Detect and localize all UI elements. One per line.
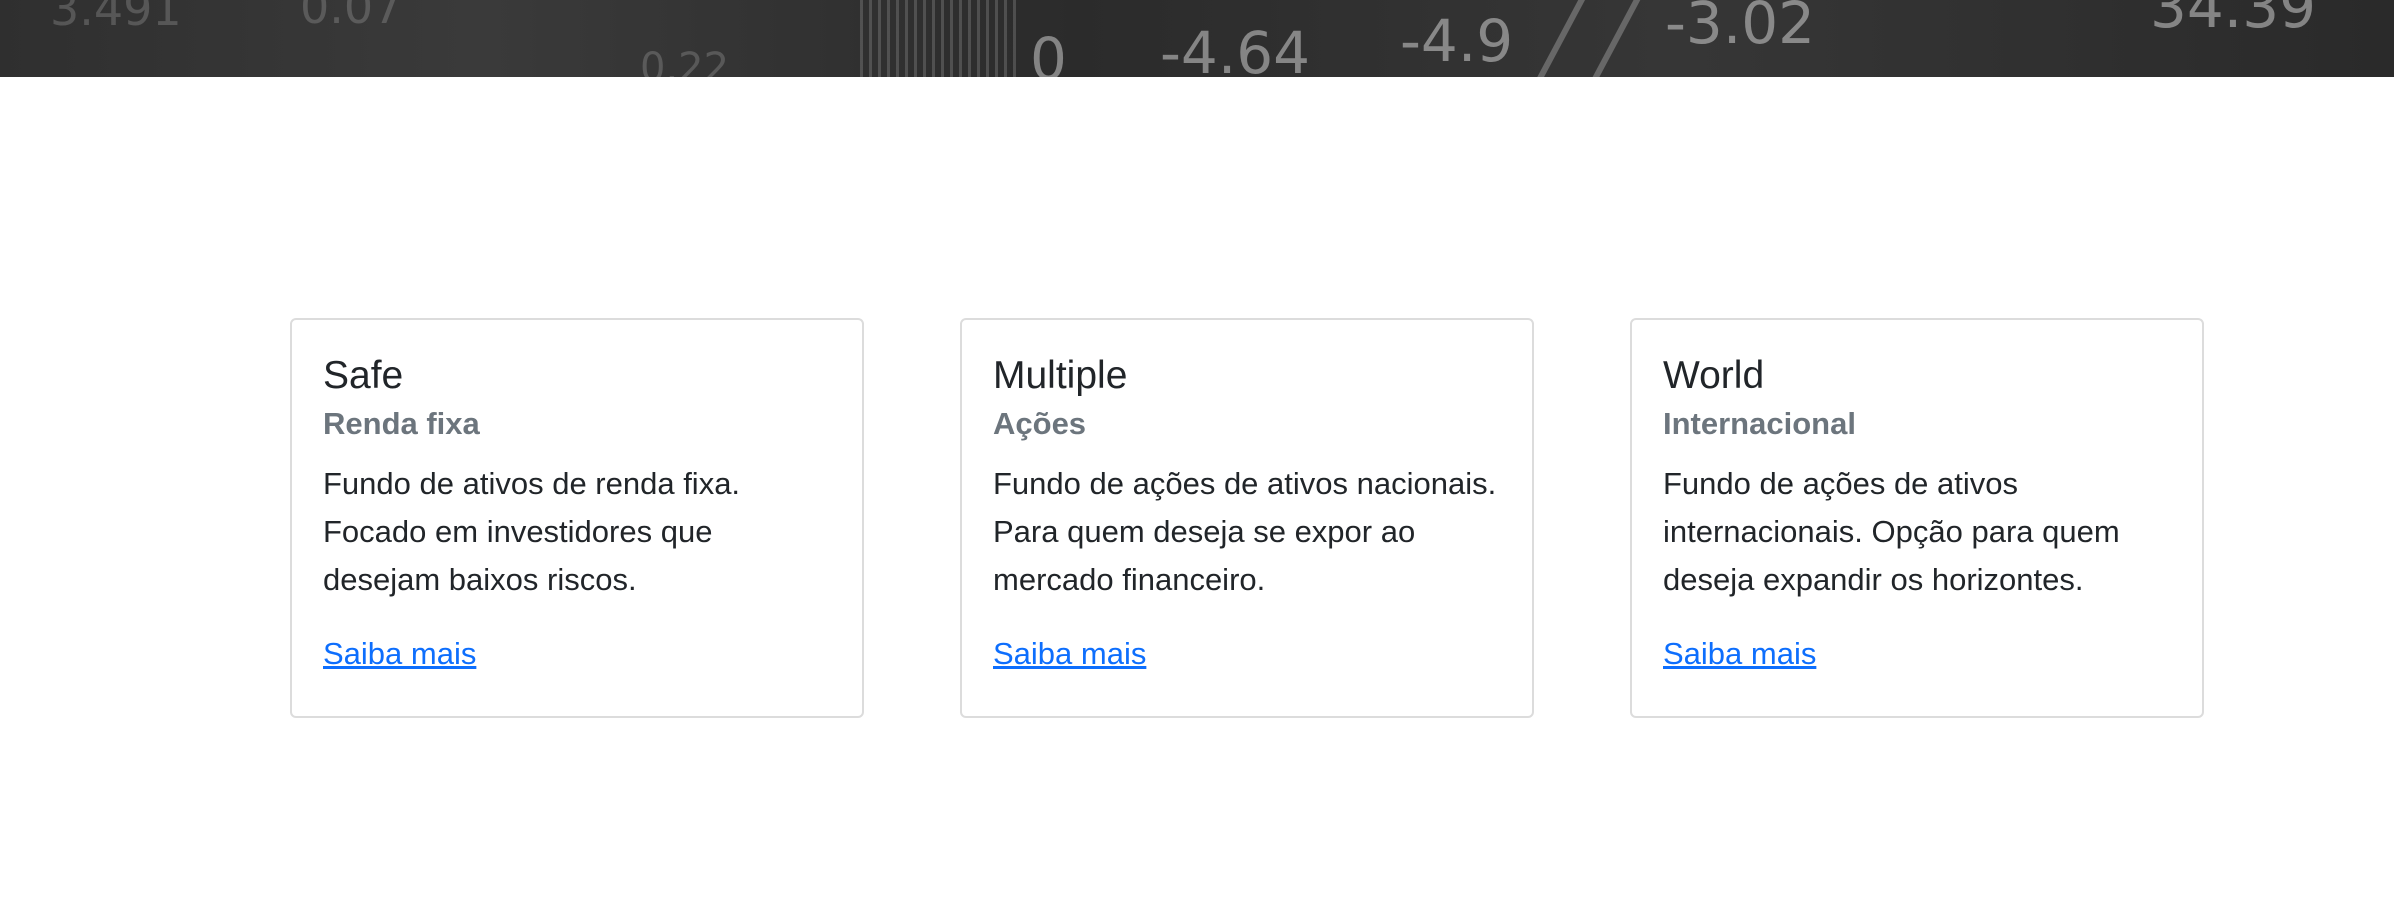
fund-card-multiple: Multiple Ações Fundo de ações de ativos … [960, 318, 1534, 718]
card-subtitle: Internacional [1663, 405, 1856, 441]
ticker-value: 3.491 [50, 0, 182, 36]
fund-card-world: World Internacional Fundo de ações de at… [1630, 318, 2204, 718]
card-subtitle: Ações [993, 405, 1087, 441]
ticker-value: 0.07 [300, 0, 403, 34]
saiba-mais-link[interactable]: Saiba mais [1663, 636, 1816, 672]
chart-bars-decoration [860, 0, 1020, 77]
fund-card-safe: Safe Renda fixa Fundo de ativos de renda… [290, 318, 864, 718]
fund-cards: Safe Renda fixa Fundo de ativos de renda… [290, 318, 2204, 718]
card-description: Fundo de ações de ativos nacionais. Para… [993, 466, 1497, 598]
card-description: Fundo de ativos de renda fixa. Focado em… [323, 466, 741, 598]
ticker-value: -4.64 [1160, 19, 1311, 77]
saiba-mais-link[interactable]: Saiba mais [993, 636, 1146, 672]
ticker-value: -4.9 [1400, 7, 1514, 75]
ticker-value: -3.02 [1665, 0, 1816, 57]
ticker-value: 34.39 [2150, 0, 2317, 41]
card-subtitle: Renda fixa [323, 405, 480, 441]
ticker-value: 0 [1030, 25, 1067, 77]
chart-line-decoration [1534, 0, 1592, 77]
saiba-mais-link[interactable]: Saiba mais [323, 636, 476, 672]
hero-banner-image: 3.491 0.07 0.22 0 -4.64 -4.9 -3.02 34.39 [0, 0, 2394, 77]
ticker-value: 0.22 [640, 45, 730, 77]
card-title: Multiple [993, 354, 1128, 397]
card-title: Safe [323, 354, 404, 397]
card-title: World [1663, 354, 1765, 397]
card-description: Fundo de ações de ativos internacionais.… [1663, 466, 2120, 598]
chart-line-decoration [1584, 0, 1642, 77]
